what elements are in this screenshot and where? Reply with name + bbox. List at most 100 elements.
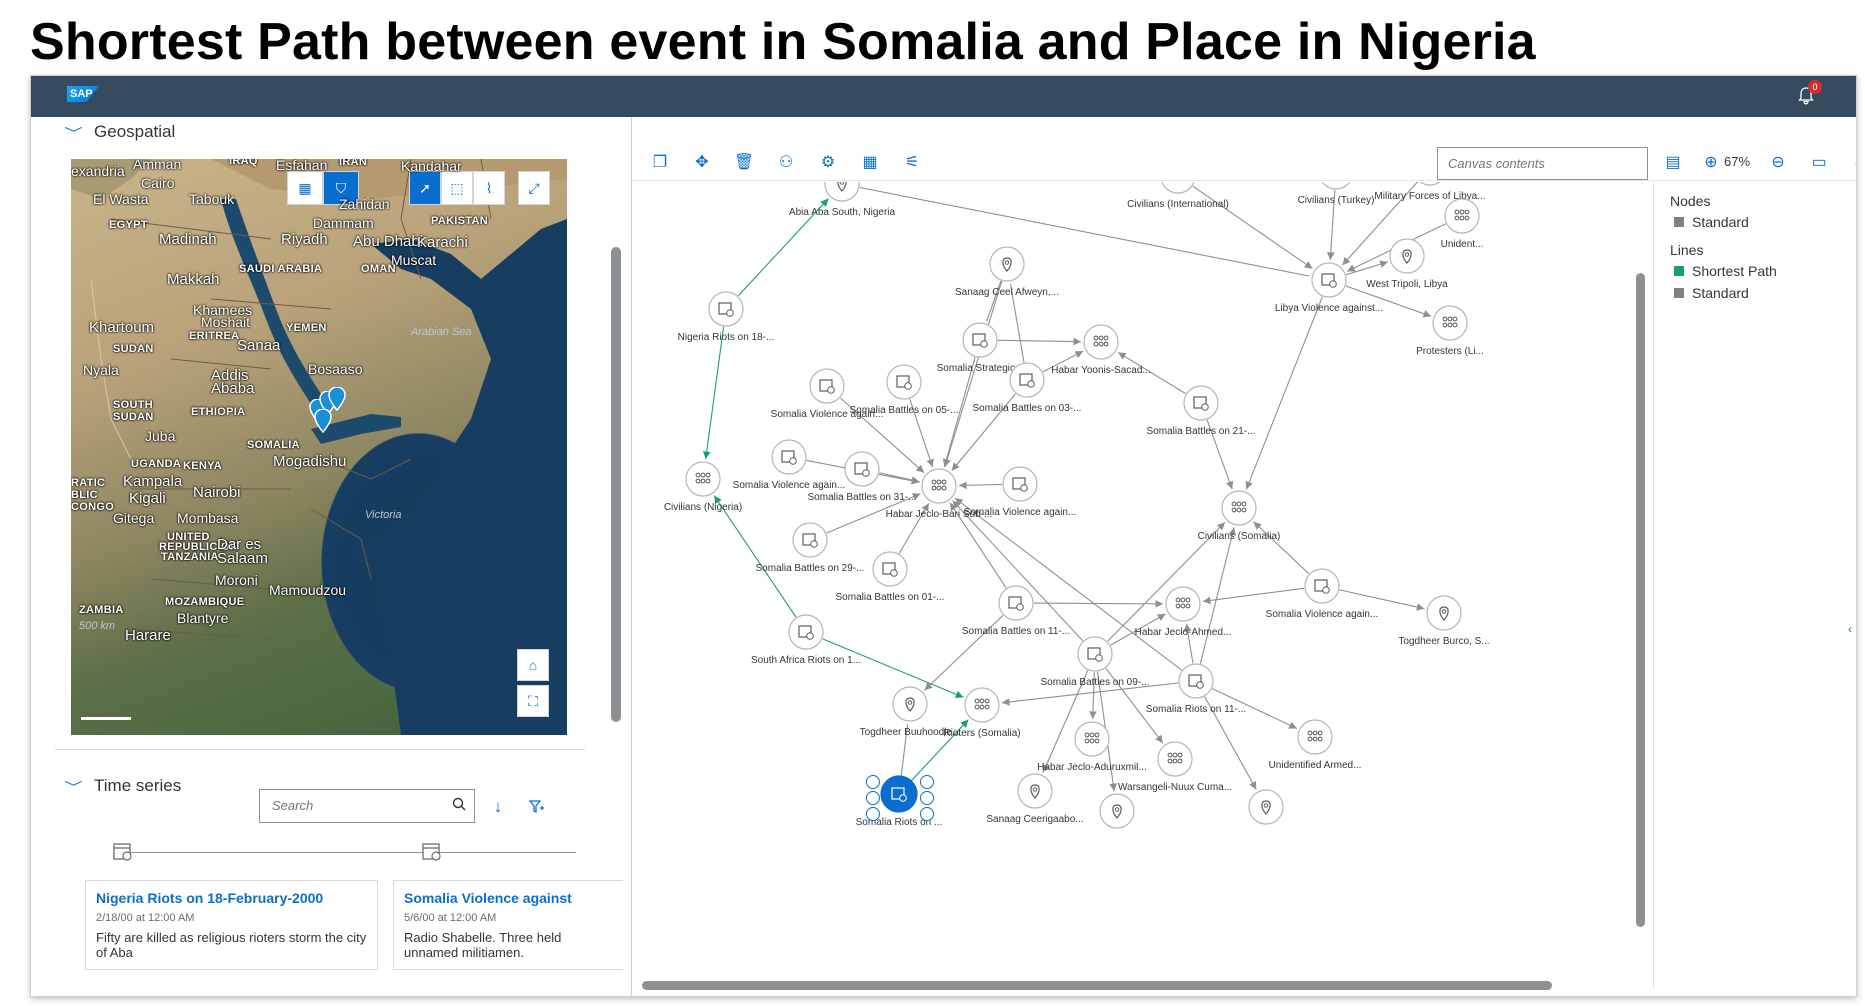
graph-node[interactable]: Civilians (Somalia) bbox=[1198, 490, 1281, 542]
graph-edge[interactable] bbox=[1339, 589, 1425, 611]
graph-node[interactable]: Somalia Battles on 01-... bbox=[836, 551, 945, 603]
graph-node[interactable]: Somalia Battles on 29-... bbox=[756, 522, 865, 574]
graph-svg[interactable]: Abia Aba South, Nigeria Civilians (Intern… bbox=[642, 182, 1643, 988]
sap-logo[interactable]: SAP bbox=[67, 86, 99, 102]
graph-node[interactable]: Somalia Battles on 11-... bbox=[962, 585, 1070, 637]
legend-item[interactable]: Shortest Path bbox=[1674, 263, 1856, 279]
graph-node[interactable]: Protesters (Li... bbox=[1416, 305, 1484, 357]
graph-edge[interactable] bbox=[1245, 296, 1323, 490]
map-label: Ababa bbox=[211, 380, 255, 397]
time-series-search[interactable] bbox=[259, 789, 475, 823]
filter-icon[interactable] bbox=[525, 795, 549, 819]
graph-edge[interactable] bbox=[997, 337, 1082, 346]
node-action-button[interactable] bbox=[866, 775, 880, 789]
node-action-button[interactable] bbox=[866, 791, 880, 805]
graph-edge[interactable] bbox=[954, 497, 1182, 671]
zoom-out-icon[interactable]: ⊖ bbox=[1767, 151, 1789, 173]
map-lasso-select-icon[interactable]: ⌇ bbox=[473, 171, 505, 205]
graph-horizontal-scrollbar[interactable] bbox=[642, 981, 1552, 990]
graph-node-label: Habar Jeclo-Aduruxmil... bbox=[1037, 762, 1146, 773]
graph-node[interactable] bbox=[1248, 789, 1284, 825]
geospatial-map[interactable]: ▦ ⛉ ➚ ⬚ ⌇ ⤢ ⌂ ⛶ Amman IRAQ Esfahan IRAN Kand… bbox=[71, 159, 567, 735]
graph-node[interactable]: Togdheer Burco, S... bbox=[1398, 595, 1490, 647]
node-action-button[interactable] bbox=[920, 791, 934, 805]
graph-node[interactable]: Rioters (Somalia) bbox=[943, 687, 1021, 739]
event-card-title[interactable]: Nigeria Riots on 18-February-2000 bbox=[96, 890, 367, 906]
delete-icon[interactable]: 🗑 bbox=[733, 151, 755, 173]
event-card[interactable]: Nigeria Riots on 18-February-2000 2/18/0… bbox=[85, 880, 378, 970]
graph-edge[interactable] bbox=[1199, 527, 1237, 664]
graph-node[interactable]: Civilians (Nigeria) bbox=[664, 461, 742, 513]
display-icon[interactable]: ▭ bbox=[1808, 151, 1830, 173]
calendar-event-icon[interactable] bbox=[420, 839, 444, 863]
map-label: Moroni bbox=[215, 572, 258, 588]
graph-node[interactable]: Abia Aba South, Nigeria bbox=[789, 182, 896, 218]
shortest-path-edge[interactable] bbox=[702, 326, 725, 460]
graph-vertical-scrollbar[interactable] bbox=[1636, 273, 1645, 927]
node-action-button[interactable] bbox=[920, 807, 934, 821]
graph-node[interactable]: Military Forces of Libya... bbox=[1374, 182, 1486, 202]
move-icon[interactable]: ✥ bbox=[691, 151, 713, 173]
legend-item[interactable]: Standard bbox=[1674, 285, 1856, 301]
graph-node[interactable]: Somalia Strategic... bbox=[937, 322, 1024, 374]
graph-node[interactable]: Somalia Battles on 09-... bbox=[1041, 636, 1150, 688]
node-action-button[interactable] bbox=[920, 775, 934, 789]
left-scrollbar[interactable] bbox=[611, 247, 621, 722]
graph-node[interactable] bbox=[1099, 793, 1135, 829]
geospatial-header[interactable]: ﹀ Geospatial bbox=[64, 122, 175, 142]
graph-node[interactable]: Unident... bbox=[1441, 198, 1484, 250]
canvas-search[interactable] bbox=[1437, 147, 1648, 180]
chevron-down-icon[interactable]: ﹀ bbox=[64, 123, 82, 142]
graph-edge[interactable] bbox=[1033, 599, 1164, 608]
settings-icon[interactable]: ⚙ bbox=[817, 151, 839, 173]
copy-icon[interactable]: ❐ bbox=[649, 151, 671, 173]
graph-edge[interactable] bbox=[879, 472, 920, 484]
shortest-path-edge[interactable] bbox=[822, 638, 964, 698]
map-layer-icon[interactable]: ▦ bbox=[287, 171, 323, 205]
legend-toggle-icon[interactable]: ▤ bbox=[1662, 151, 1684, 173]
network-icon[interactable]: ⚇ bbox=[775, 151, 797, 173]
graph-node[interactable]: Civilians (International) bbox=[1127, 182, 1229, 210]
graph-node[interactable]: Somalia Battles on 21-... bbox=[1147, 385, 1256, 437]
map-rect-select-icon[interactable]: ⬚ bbox=[441, 171, 473, 205]
graph-canvas[interactable]: Abia Aba South, Nigeria Civilians (Intern… bbox=[642, 182, 1643, 988]
zoom-to-fit-icon[interactable]: ⛶ bbox=[517, 685, 549, 717]
zoom-in-icon[interactable]: ⊕ bbox=[1700, 151, 1722, 173]
graph-node[interactable]: Civilians (Turkey) bbox=[1298, 182, 1375, 206]
sort-descending-icon[interactable]: ↓ bbox=[486, 795, 510, 819]
event-card[interactable]: Somalia Violence against 5/6/00 at 12:00… bbox=[393, 880, 623, 970]
graph-node[interactable]: Somalia Violence again... bbox=[964, 466, 1077, 518]
graph-node[interactable]: Somalia Riots on 11-... bbox=[1146, 663, 1246, 715]
graph-edge[interactable] bbox=[859, 186, 1310, 277]
fullscreen-icon[interactable]: ⤢ bbox=[1850, 151, 1856, 173]
calendar-event-icon[interactable] bbox=[111, 839, 135, 863]
canvas-search-input[interactable] bbox=[1448, 148, 1638, 179]
grid-layout-icon[interactable]: ▦ bbox=[859, 151, 881, 173]
adjust-icon[interactable]: ⚟ bbox=[901, 151, 923, 173]
graph-node[interactable]: Sanaag Ceel Afweyn,... bbox=[955, 246, 1059, 298]
map-pin-icon[interactable] bbox=[314, 409, 332, 433]
shortest-path-edge[interactable] bbox=[713, 495, 797, 618]
chevron-down-icon[interactable]: ﹀ bbox=[64, 777, 82, 796]
graph-edge[interactable] bbox=[1253, 521, 1310, 575]
graph-edge[interactable] bbox=[943, 281, 1003, 468]
graph-node[interactable]: Nigeria Riots on 18-... bbox=[678, 291, 775, 343]
graph-node[interactable]: Sanaag Ceerigaabo... bbox=[986, 773, 1084, 825]
time-series-search-input[interactable] bbox=[272, 790, 452, 820]
search-icon[interactable] bbox=[452, 797, 466, 814]
graph-node[interactable]: Habar Yoonis-Sacad... bbox=[1051, 324, 1151, 376]
home-icon[interactable]: ⌂ bbox=[517, 649, 549, 681]
graph-node[interactable]: Somalia Violence again... bbox=[733, 439, 846, 491]
event-card-title[interactable]: Somalia Violence against bbox=[404, 890, 613, 906]
map-pin-icon[interactable] bbox=[328, 387, 346, 411]
graph-node[interactable]: Unidentified Armed... bbox=[1269, 719, 1362, 771]
node-action-button[interactable] bbox=[866, 807, 880, 821]
fullscreen-icon[interactable]: ⤢ bbox=[518, 171, 550, 205]
map-select-pointer-icon[interactable]: ➚ bbox=[409, 171, 441, 205]
legend-item[interactable]: Standard bbox=[1674, 214, 1856, 230]
time-series-header[interactable]: ﹀ Time series bbox=[64, 776, 181, 796]
graph-node[interactable]: South Africa Riots on 1... bbox=[751, 614, 861, 666]
graph-edge[interactable] bbox=[958, 481, 1003, 490]
graph-node[interactable]: Habar Jeclo-Ahmed... bbox=[1135, 586, 1232, 638]
right-edge-chevron-icon[interactable]: ‹ bbox=[1848, 622, 1852, 636]
